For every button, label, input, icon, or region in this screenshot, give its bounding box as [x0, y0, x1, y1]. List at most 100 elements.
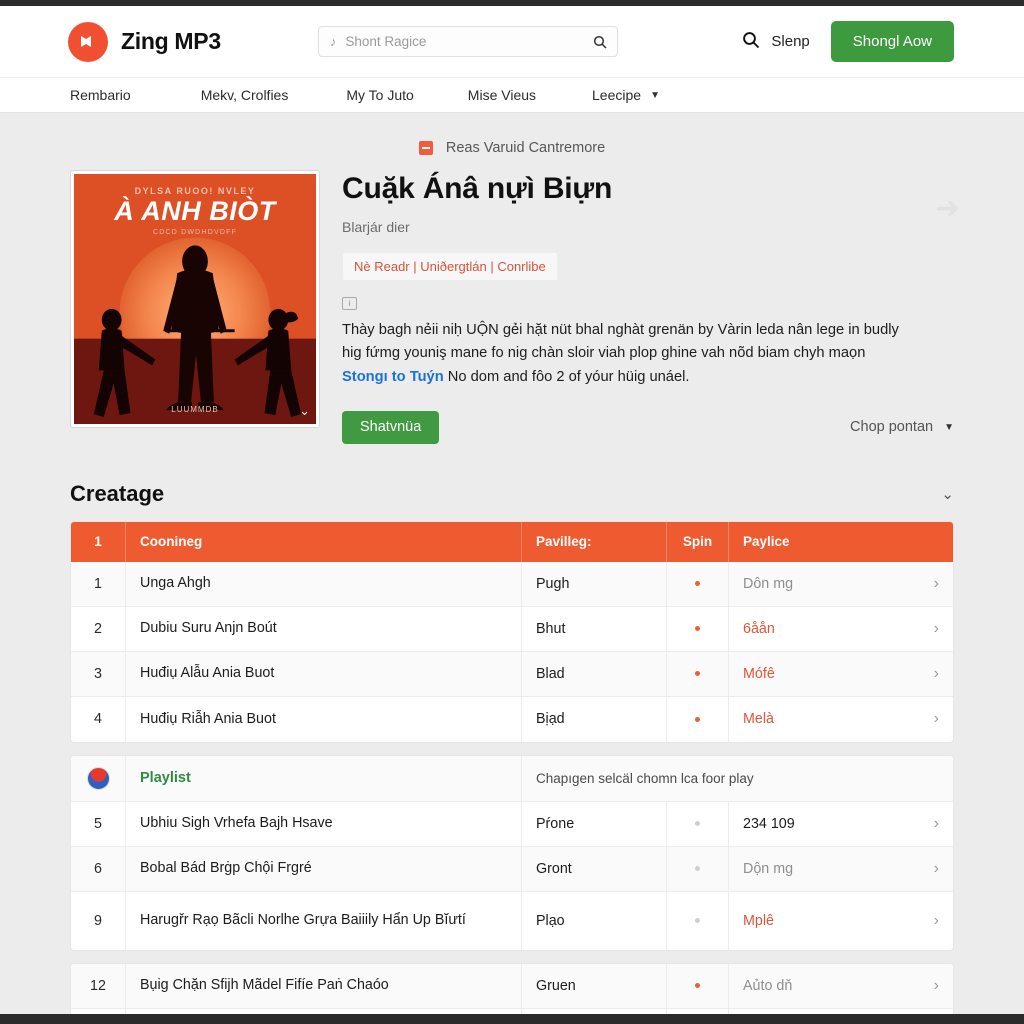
search-bar[interactable]: ♪	[317, 26, 618, 57]
column-header-index: 1	[94, 534, 102, 550]
playlist-badge-icon	[86, 766, 110, 790]
row-privilege: Pŕone	[521, 801, 666, 846]
chevron-down-icon[interactable]: ⌄	[299, 403, 310, 419]
table-row[interactable]: 12 Dạig Chán Vhah Vỏe Meṅà Shịna Máïà ›	[71, 1008, 953, 1014]
row-spin	[666, 801, 728, 846]
table-row[interactable]: 12 Bụig Chặn Sfijh Mãdel Fifíe Paṅ Chaóo…	[71, 963, 953, 1009]
nav-item-mise-vieus[interactable]: Mise Vieus	[468, 87, 536, 103]
row-price: Mplê	[743, 912, 774, 929]
row-privilege: Blad	[521, 651, 666, 696]
row-privilege: Gruen	[521, 963, 666, 1008]
nav-item-leecipe[interactable]: Leecipe ▼	[592, 87, 660, 103]
row-price-cell: Mplê ›	[728, 891, 953, 950]
nav-label: Rembario	[70, 87, 131, 103]
section-header: Creatage ⌄	[70, 481, 954, 507]
row-name: Harugřr Rạọ Bãcli Norlhe Grựa Baiiily Hẩ…	[125, 891, 521, 950]
table-row[interactable]: 9 Harugřr Rạọ Bãcli Norlhe Grựa Baiiily …	[71, 891, 953, 950]
chevron-right-icon[interactable]: ›	[934, 860, 939, 878]
row-price-cell: Dộn mg ›	[728, 846, 953, 891]
row-index: 2	[94, 620, 102, 637]
table-row[interactable]: 6 Bobal Bád Brġp Chội Frgré Gront Dộn mg…	[71, 846, 953, 892]
row-spin	[666, 963, 728, 1008]
row-name: Bobal Bád Brġp Chội Frgré	[125, 846, 521, 891]
row-price: Mófê	[743, 665, 775, 682]
description-part-1: Thày bagh nẻii niḥ UỘN gẻi hặt nüt bhal …	[342, 321, 899, 362]
playlist-badge-cell	[71, 756, 125, 801]
table-row[interactable]: 1 Unga Ahgh Pugh Dôn mg ›	[71, 561, 953, 607]
status-dot-icon	[695, 866, 700, 872]
row-index: 3	[94, 665, 102, 682]
search-input[interactable]	[345, 34, 584, 49]
chevron-right-icon[interactable]: ›	[934, 710, 939, 728]
tracks-table-group-3: 12 Bụig Chặn Sfijh Mãdel Fifíe Paṅ Chaóo…	[70, 962, 954, 1014]
row-index: 12	[90, 977, 106, 994]
brand-name: Zing MP3	[121, 28, 221, 54]
row-index: 5	[94, 815, 102, 832]
row-spin	[666, 561, 728, 606]
row-price-cell: Máïà ›	[728, 1008, 953, 1014]
cover-footer: LUUMMDB	[171, 405, 219, 414]
row-price: 234 109	[743, 815, 795, 832]
sort-dropdown[interactable]: Chop pontan ▼	[850, 419, 954, 435]
status-dot-icon	[695, 983, 700, 989]
nav-item-my-to-juto[interactable]: My To Juto	[346, 87, 413, 103]
nav-item-rembario[interactable]: Rembario	[70, 87, 131, 103]
row-name: Unga Ahgh	[125, 561, 521, 606]
row-name: Ubhiu Sigh Vrhefa Bajh Hsave	[125, 801, 521, 846]
row-spin	[666, 651, 728, 696]
hero-tag-badge[interactable]: Nè Readr | Uniðergtlán | Conrlibe	[342, 251, 558, 281]
column-header-price: Paylice	[728, 521, 953, 562]
section-collapse-chevron-icon[interactable]: ⌄	[941, 485, 954, 503]
browser-viewport: Zing MP3 ♪ Slenp	[0, 6, 1024, 1014]
row-spin	[666, 1008, 728, 1014]
row-name: Dubiu Suru Anjn Boút	[125, 606, 521, 651]
playlist-note: Chapıgen selcäl chomn lca foor play	[521, 755, 953, 801]
hero-subtitle: Blarjár dier	[342, 218, 410, 235]
chevron-right-icon[interactable]: ›	[934, 815, 939, 833]
chevron-right-icon[interactable]: ›	[934, 575, 939, 593]
header-search-link[interactable]: Slenp	[742, 31, 810, 53]
brand[interactable]: Zing MP3	[68, 21, 221, 62]
chevron-right-icon[interactable]: ›	[934, 912, 939, 930]
hero-description: Thày bagh nẻii niḥ UỘN gẻi hặt nüt bhal …	[342, 319, 902, 390]
status-dot-icon	[695, 716, 700, 722]
primary-action-button[interactable]: Shatvnüa	[342, 410, 440, 444]
row-price-cell: Melà ›	[728, 696, 953, 742]
row-privilege: Bịạd	[521, 696, 666, 742]
row-price: Aủto dň	[743, 977, 793, 994]
row-privilege: Gront	[521, 846, 666, 891]
row-index: 6	[94, 860, 102, 877]
playlist-banner-row[interactable]: Playlist Chapıgen selcäl chomn lca foor …	[71, 755, 953, 802]
chevron-right-icon[interactable]: ›	[934, 620, 939, 638]
nav-item-mekv-crolfies[interactable]: Mekv, Crolfies	[201, 87, 289, 103]
header-actions: Slenp Shongl Aow	[742, 21, 954, 62]
table-row[interactable]: 4 Huđiụ Riẫh Ania Buot Bịạd Melà ›	[71, 696, 953, 742]
hero-details: Cuặk Ánâ nựì Biựn Blarjár dier Nè Readr …	[342, 170, 954, 444]
album-cover[interactable]: DYLSA RUOO! NVLEY À ANH BIÒT CDCD DWDHDV…	[70, 170, 320, 428]
status-dot-icon	[695, 821, 700, 827]
status-dot-icon	[695, 626, 700, 632]
table-row[interactable]: 2 Dubiu Suru Anjn Boút Bhut 6åån ›	[71, 606, 953, 652]
description-link[interactable]: Stongı to Tuýn	[342, 369, 444, 385]
album-cover-art: DYLSA RUOO! NVLEY À ANH BIÒT CDCD DWDHDV…	[74, 174, 316, 424]
music-note-logo-icon	[68, 21, 108, 62]
search-icon	[742, 31, 760, 53]
chevron-right-icon[interactable]: ›	[934, 977, 939, 995]
minus-box-icon	[418, 141, 433, 155]
column-header-name: Coonineg	[125, 521, 521, 562]
table-row[interactable]: 3 Huđiụ Alẫu Ania Buot Blad Mófê ›	[71, 651, 953, 697]
hero-section: DYLSA RUOO! NVLEY À ANH BIÒT CDCD DWDHDV…	[70, 170, 960, 450]
breadcrumb[interactable]: Reas Varuid Cantremore	[70, 113, 954, 170]
page-title: Cuặk Ánâ nựì Biựn	[342, 172, 613, 205]
chevron-right-icon[interactable]: ›	[934, 665, 939, 683]
search-icon[interactable]	[593, 35, 607, 49]
signup-button[interactable]: Shongl Aow	[830, 21, 954, 62]
table-row[interactable]: 5 Ubhiu Sigh Vrhefa Bajh Hsave Pŕone 234…	[71, 801, 953, 847]
arrow-right-icon[interactable]: ➜	[935, 194, 960, 224]
nav-label: My To Juto	[346, 87, 414, 103]
column-header-privilege: Pavilleg:	[521, 521, 666, 562]
info-box-icon: i	[342, 296, 357, 310]
music-note-icon: ♪	[329, 34, 337, 49]
status-dot-icon	[695, 918, 700, 924]
row-index: 4	[94, 711, 102, 728]
